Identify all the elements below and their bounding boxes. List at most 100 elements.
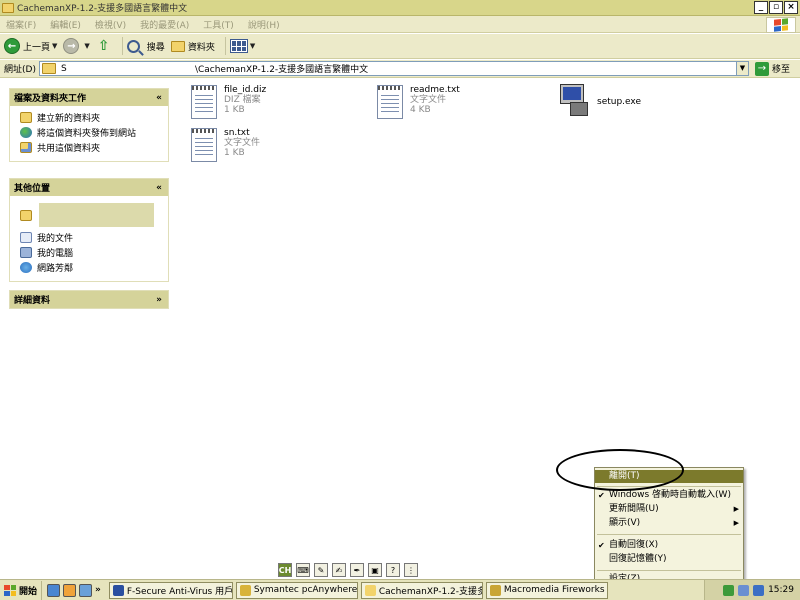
window-title: CachemanXP-1.2-支援多國語言繁體中文 xyxy=(17,4,188,14)
menu-favorites[interactable]: 我的最愛(A) xyxy=(140,18,189,31)
menu-item-display[interactable]: 顯示(V) ▶ xyxy=(595,517,743,530)
draw-icon[interactable]: ✒ xyxy=(350,563,364,577)
browser-icon[interactable] xyxy=(79,583,93,597)
file-info: file_id.diz DIZ 檔案 1 KB xyxy=(224,85,266,115)
forward-button[interactable]: → ▼ xyxy=(63,38,90,54)
handwriting-icon[interactable]: ✍ xyxy=(332,563,346,577)
place-hidden[interactable] xyxy=(20,200,168,230)
computer-icon xyxy=(20,247,32,258)
windows-flag-icon xyxy=(4,584,16,596)
app-icon[interactable] xyxy=(63,583,77,597)
taskbar-item-cacheman[interactable]: CachemanXP-1.2-支援多... xyxy=(360,581,483,599)
place-my-documents[interactable]: 我的文件 xyxy=(20,230,168,245)
window-controls: _ ▫ × xyxy=(754,1,798,14)
installer-icon xyxy=(558,84,590,118)
file-tasks-panel: 檔案及資料夾工作 « 建立新的資料夾 將這個資料夾發佈到網站 共用這個資料夾 xyxy=(9,88,169,162)
back-button[interactable]: ← 上一頁 ▼ xyxy=(4,38,57,54)
back-arrow-icon: ← xyxy=(4,38,20,54)
chevron-down-icon[interactable]: ▼ xyxy=(52,42,57,50)
toolbar-separator xyxy=(121,37,123,55)
expand-icon[interactable]: » xyxy=(156,295,162,305)
go-button[interactable]: → 移至 xyxy=(754,61,790,76)
details-header[interactable]: 詳細資料 » xyxy=(10,291,168,308)
file-item[interactable]: file_id.diz DIZ 檔案 1 KB xyxy=(191,85,266,119)
folder-icon xyxy=(2,2,14,13)
menu-file[interactable]: 檔案(F) xyxy=(6,18,36,31)
views-button[interactable]: ▼ xyxy=(229,39,255,53)
options-icon[interactable]: ⋮ xyxy=(404,563,418,577)
menu-item-label: 自動回復(X) xyxy=(609,540,659,550)
pad-icon[interactable]: ▣ xyxy=(368,563,382,577)
file-type: 文字文件 xyxy=(224,138,261,148)
pcanywhere-icon xyxy=(239,584,251,596)
menu-help[interactable]: 說明(H) xyxy=(248,18,280,31)
minimize-button[interactable]: _ xyxy=(754,1,768,14)
address-bar: 網址(D) S \CachemanXP-1.2-支援多國語言繁體中文 ▼ → 移… xyxy=(0,60,800,78)
search-button[interactable]: 搜尋 xyxy=(126,39,165,53)
collapse-icon[interactable]: « xyxy=(156,183,162,193)
highlight-ellipse xyxy=(556,449,684,491)
task-new-folder[interactable]: 建立新的資料夾 xyxy=(20,110,168,125)
menu-edit[interactable]: 編輯(E) xyxy=(50,18,81,31)
address-label: 網址(D) xyxy=(4,65,36,75)
address-input[interactable]: S \CachemanXP-1.2-支援多國語言繁體中文 ▼ xyxy=(38,61,749,76)
network-icon xyxy=(20,262,32,273)
other-places-header[interactable]: 其他位置 « xyxy=(10,179,168,196)
help-icon[interactable]: ? xyxy=(386,563,400,577)
clock[interactable]: 15:29 xyxy=(768,585,794,595)
language-bar: CH ⌨ ✎ ✍ ✒ ▣ ? ⋮ xyxy=(278,562,432,578)
menu-item-recover-memory[interactable]: 回復記憶體(Y) xyxy=(595,553,743,566)
task-share-folder[interactable]: 共用這個資料夾 xyxy=(20,140,168,155)
back-label: 上一頁 xyxy=(23,42,51,53)
file-name: setup.exe xyxy=(597,97,641,107)
keyboard-icon[interactable]: ⌨ xyxy=(296,563,310,577)
task-label: Symantec pcAnywhere xyxy=(253,585,358,595)
place-label: 我的電腦 xyxy=(37,249,74,259)
file-tasks-header[interactable]: 檔案及資料夾工作 « xyxy=(10,89,168,106)
tray-network-icon[interactable] xyxy=(753,584,765,596)
close-button[interactable]: × xyxy=(784,1,798,14)
menu-item-label: Windows 啓動時自動載入(W) xyxy=(609,490,731,500)
windows-flag-icon xyxy=(774,18,788,32)
place-my-computer[interactable]: 我的電腦 xyxy=(20,245,168,260)
menu-view[interactable]: 檢視(V) xyxy=(95,18,126,31)
internet-explorer-icon[interactable] xyxy=(47,583,61,597)
file-name: readme.txt xyxy=(410,85,460,95)
start-button[interactable]: 開始 xyxy=(0,580,43,600)
up-button[interactable]: ⇧ xyxy=(96,38,112,54)
collapse-icon[interactable]: « xyxy=(156,93,162,103)
chevron-down-icon[interactable]: ▼ xyxy=(84,42,89,50)
task-publish-web[interactable]: 將這個資料夾發佈到網站 xyxy=(20,125,168,140)
tray-app-icon[interactable] xyxy=(723,584,735,596)
tray-monitor-icon[interactable] xyxy=(738,584,750,596)
taskbar-item-fsecure[interactable]: F-Secure Anti-Virus 用戶... xyxy=(108,581,233,599)
title-bar[interactable]: CachemanXP-1.2-支援多國語言繁體中文 _ ▫ × xyxy=(0,0,800,16)
file-item[interactable]: setup.exe xyxy=(558,84,641,118)
tools-icon[interactable]: ✎ xyxy=(314,563,328,577)
windows-logo xyxy=(766,17,796,33)
folders-button[interactable]: 資料夾 xyxy=(170,40,215,53)
taskbar-item-pcanywhere[interactable]: Symantec pcAnywhere xyxy=(235,581,358,599)
folder-icon xyxy=(20,209,32,221)
fsecure-icon xyxy=(112,584,124,596)
place-network[interactable]: 網路芳鄰 xyxy=(20,260,168,275)
views-icon xyxy=(229,39,248,53)
maximize-button[interactable]: ▫ xyxy=(769,1,783,14)
file-item[interactable]: readme.txt 文字文件 4 KB xyxy=(377,85,460,119)
file-info: setup.exe xyxy=(597,84,641,107)
taskbar-item-fireworks[interactable]: Macromedia Fireworks M... xyxy=(485,581,608,599)
new-folder-icon xyxy=(20,112,32,123)
language-indicator[interactable]: CH xyxy=(278,563,292,577)
file-info: readme.txt 文字文件 4 KB xyxy=(410,85,460,115)
address-dropdown-button[interactable]: ▼ xyxy=(735,62,748,75)
menu-item-auto-recover[interactable]: ✔ 自動回復(X) xyxy=(595,539,743,552)
task-label: 共用這個資料夾 xyxy=(37,144,101,154)
quick-launch-more[interactable]: » xyxy=(95,585,101,595)
file-item[interactable]: sn.txt 文字文件 1 KB xyxy=(191,128,260,162)
menu-tools[interactable]: 工具(T) xyxy=(203,18,234,31)
task-label: F-Secure Anti-Virus 用戶... xyxy=(126,586,233,597)
folders-label: 資料夾 xyxy=(187,42,215,53)
file-tasks-title: 檔案及資料夾工作 xyxy=(14,94,87,104)
details-panel: 詳細資料 » xyxy=(9,290,169,309)
menu-item-update-interval[interactable]: 更新間隔(U) ▶ xyxy=(595,503,743,516)
